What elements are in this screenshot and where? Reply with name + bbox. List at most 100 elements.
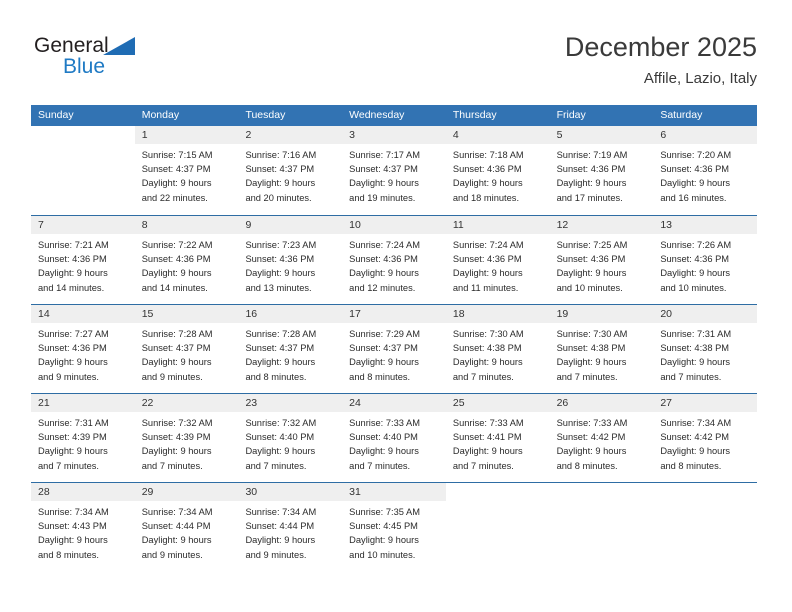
sunrise-text: Sunrise: 7:35 AM bbox=[349, 507, 420, 517]
sunset-text: Sunset: 4:37 PM bbox=[245, 164, 315, 175]
daylight-text-line2: and 16 minutes. bbox=[660, 192, 727, 203]
day-cell[interactable]: 9 Sunrise: 7:23 AM Sunset: 4:36 PM Dayli… bbox=[238, 216, 343, 304]
day-cell[interactable]: 2 Sunrise: 7:16 AM Sunset: 4:37 PM Dayli… bbox=[238, 126, 343, 215]
day-cell[interactable]: 30 Sunrise: 7:34 AM Sunset: 4:44 PM Dayl… bbox=[238, 483, 343, 571]
day-cell[interactable]: 5 Sunrise: 7:19 AM Sunset: 4:36 PM Dayli… bbox=[549, 126, 654, 215]
day-details: Sunrise: 7:30 AM Sunset: 4:38 PM Dayligh… bbox=[446, 323, 550, 384]
day-cell[interactable]: 7 Sunrise: 7:21 AM Sunset: 4:36 PM Dayli… bbox=[31, 216, 135, 304]
day-details: Sunrise: 7:16 AM Sunset: 4:37 PM Dayligh… bbox=[238, 144, 342, 205]
day-cell[interactable]: 13 Sunrise: 7:26 AM Sunset: 4:36 PM Dayl… bbox=[653, 216, 758, 304]
day-cell[interactable]: 23 Sunrise: 7:32 AM Sunset: 4:40 PM Dayl… bbox=[238, 394, 343, 482]
day-cell[interactable]: 6 Sunrise: 7:20 AM Sunset: 4:36 PM Dayli… bbox=[653, 126, 758, 215]
title-block: December 2025 Affile, Lazio, Italy bbox=[565, 30, 757, 88]
day-number: 5 bbox=[549, 126, 654, 144]
daylight-text-line1: Daylight: 9 hours bbox=[349, 535, 419, 546]
sunrise-text: Sunrise: 7:29 AM bbox=[349, 329, 420, 339]
sunrise-text: Sunrise: 7:33 AM bbox=[349, 418, 420, 428]
day-cell[interactable]: 4 Sunrise: 7:18 AM Sunset: 4:36 PM Dayli… bbox=[445, 126, 550, 215]
day-details: Sunrise: 7:30 AM Sunset: 4:38 PM Dayligh… bbox=[550, 323, 654, 384]
day-cell[interactable]: 17 Sunrise: 7:29 AM Sunset: 4:37 PM Dayl… bbox=[342, 305, 446, 393]
sunrise-text: Sunrise: 7:34 AM bbox=[141, 507, 213, 517]
day-cell[interactable]: 16 Sunrise: 7:28 AM Sunset: 4:37 PM Dayl… bbox=[238, 305, 343, 393]
day-details: Sunrise: 7:26 AM Sunset: 4:36 PM Dayligh… bbox=[653, 234, 757, 295]
day-cell[interactable]: 19 Sunrise: 7:30 AM Sunset: 4:38 PM Dayl… bbox=[549, 305, 654, 393]
daylight-text-line2: and 8 minutes. bbox=[660, 460, 722, 471]
daylight-text-line1: Daylight: 9 hours bbox=[141, 268, 212, 279]
daylight-text-line1: Daylight: 9 hours bbox=[349, 268, 419, 279]
day-cell[interactable]: 20 Sunrise: 7:31 AM Sunset: 4:38 PM Dayl… bbox=[653, 305, 758, 393]
day-number: 31 bbox=[342, 483, 446, 501]
day-details: Sunrise: 7:19 AM Sunset: 4:36 PM Dayligh… bbox=[550, 144, 654, 205]
day-cell[interactable]: 29 Sunrise: 7:34 AM Sunset: 4:44 PM Dayl… bbox=[134, 483, 239, 571]
weekday-header-row: Sunday Monday Tuesday Wednesday Thursday… bbox=[31, 105, 757, 126]
sunset-text: Sunset: 4:36 PM bbox=[556, 164, 626, 175]
daylight-text-line1: Daylight: 9 hours bbox=[349, 357, 419, 368]
sunset-text: Sunset: 4:42 PM bbox=[556, 432, 626, 443]
daylight-text-line1: Daylight: 9 hours bbox=[141, 535, 212, 546]
day-cell[interactable]: 22 Sunrise: 7:32 AM Sunset: 4:39 PM Dayl… bbox=[134, 394, 239, 482]
daylight-text-line1: Daylight: 9 hours bbox=[556, 178, 627, 189]
sunrise-text: Sunrise: 7:26 AM bbox=[660, 240, 732, 250]
sunrise-text: Sunrise: 7:25 AM bbox=[556, 240, 628, 250]
sunrise-text: Sunrise: 7:24 AM bbox=[452, 240, 524, 250]
day-number: 4 bbox=[445, 126, 550, 144]
day-cell[interactable]: 26 Sunrise: 7:33 AM Sunset: 4:42 PM Dayl… bbox=[549, 394, 654, 482]
sunrise-text: Sunrise: 7:31 AM bbox=[660, 329, 732, 339]
day-cell[interactable]: 14 Sunrise: 7:27 AM Sunset: 4:36 PM Dayl… bbox=[31, 305, 135, 393]
daylight-text-line1: Daylight: 9 hours bbox=[141, 178, 212, 189]
daylight-text-line2: and 13 minutes. bbox=[245, 282, 312, 293]
sunrise-text: Sunrise: 7:18 AM bbox=[452, 150, 524, 160]
general-blue-logo[interactable]: General Blue bbox=[34, 34, 214, 88]
sunset-text: Sunset: 4:36 PM bbox=[556, 254, 626, 265]
day-cell[interactable]: 27 Sunrise: 7:34 AM Sunset: 4:42 PM Dayl… bbox=[653, 394, 758, 482]
sunset-text: Sunset: 4:36 PM bbox=[38, 254, 107, 265]
daylight-text-line2: and 7 minutes. bbox=[452, 371, 514, 382]
day-details: Sunrise: 7:29 AM Sunset: 4:37 PM Dayligh… bbox=[342, 323, 446, 384]
day-number: 15 bbox=[134, 305, 239, 323]
day-number: 10 bbox=[342, 216, 446, 234]
daylight-text-line2: and 7 minutes. bbox=[349, 460, 411, 471]
day-number: 7 bbox=[31, 216, 135, 234]
day-cell[interactable]: 1 Sunrise: 7:15 AM Sunset: 4:37 PM Dayli… bbox=[134, 126, 239, 215]
day-details: Sunrise: 7:33 AM Sunset: 4:40 PM Dayligh… bbox=[342, 412, 446, 473]
day-number: 20 bbox=[653, 305, 758, 323]
daylight-text-line2: and 8 minutes. bbox=[556, 460, 618, 471]
sunrise-text: Sunrise: 7:17 AM bbox=[349, 150, 420, 160]
day-number: 19 bbox=[549, 305, 654, 323]
day-cell bbox=[445, 483, 550, 571]
daylight-text-line2: and 7 minutes. bbox=[660, 371, 722, 382]
day-details: Sunrise: 7:34 AM Sunset: 4:44 PM Dayligh… bbox=[135, 501, 239, 562]
day-cell[interactable]: 31 Sunrise: 7:35 AM Sunset: 4:45 PM Dayl… bbox=[342, 483, 446, 571]
day-cell[interactable]: 8 Sunrise: 7:22 AM Sunset: 4:36 PM Dayli… bbox=[134, 216, 239, 304]
day-details: Sunrise: 7:21 AM Sunset: 4:36 PM Dayligh… bbox=[31, 234, 135, 295]
daylight-text-line2: and 7 minutes. bbox=[452, 460, 514, 471]
daylight-text-line2: and 9 minutes. bbox=[38, 371, 99, 382]
day-cell bbox=[653, 483, 758, 571]
day-details: Sunrise: 7:34 AM Sunset: 4:43 PM Dayligh… bbox=[31, 501, 135, 562]
day-cell[interactable]: 21 Sunrise: 7:31 AM Sunset: 4:39 PM Dayl… bbox=[31, 394, 135, 482]
day-cell[interactable]: 3 Sunrise: 7:17 AM Sunset: 4:37 PM Dayli… bbox=[342, 126, 446, 215]
sunset-text: Sunset: 4:37 PM bbox=[245, 343, 315, 354]
day-details bbox=[446, 501, 550, 505]
daylight-text-line1: Daylight: 9 hours bbox=[38, 446, 108, 457]
day-cell[interactable]: 25 Sunrise: 7:33 AM Sunset: 4:41 PM Dayl… bbox=[445, 394, 550, 482]
daylight-text-line1: Daylight: 9 hours bbox=[245, 268, 316, 279]
weekday-thursday: Thursday bbox=[452, 109, 497, 121]
sunrise-text: Sunrise: 7:34 AM bbox=[38, 507, 109, 517]
day-number: 11 bbox=[445, 216, 550, 234]
day-cell[interactable]: 24 Sunrise: 7:33 AM Sunset: 4:40 PM Dayl… bbox=[342, 394, 446, 482]
day-cell[interactable]: 11 Sunrise: 7:24 AM Sunset: 4:36 PM Dayl… bbox=[445, 216, 550, 304]
day-cell[interactable]: 12 Sunrise: 7:25 AM Sunset: 4:36 PM Dayl… bbox=[549, 216, 654, 304]
day-cell[interactable]: 15 Sunrise: 7:28 AM Sunset: 4:37 PM Dayl… bbox=[134, 305, 239, 393]
day-cell[interactable]: 28 Sunrise: 7:34 AM Sunset: 4:43 PM Dayl… bbox=[31, 483, 135, 571]
day-cell[interactable]: 10 Sunrise: 7:24 AM Sunset: 4:36 PM Dayl… bbox=[342, 216, 446, 304]
sunset-text: Sunset: 4:44 PM bbox=[245, 521, 315, 532]
day-number bbox=[550, 483, 654, 501]
day-cell bbox=[549, 483, 654, 571]
day-details: Sunrise: 7:24 AM Sunset: 4:36 PM Dayligh… bbox=[446, 234, 550, 295]
daylight-text-line2: and 9 minutes. bbox=[141, 549, 203, 560]
sunset-text: Sunset: 4:40 PM bbox=[349, 432, 418, 443]
sunset-text: Sunset: 4:37 PM bbox=[141, 164, 211, 175]
day-cell[interactable]: 18 Sunrise: 7:30 AM Sunset: 4:38 PM Dayl… bbox=[445, 305, 550, 393]
day-number: 24 bbox=[342, 394, 446, 412]
